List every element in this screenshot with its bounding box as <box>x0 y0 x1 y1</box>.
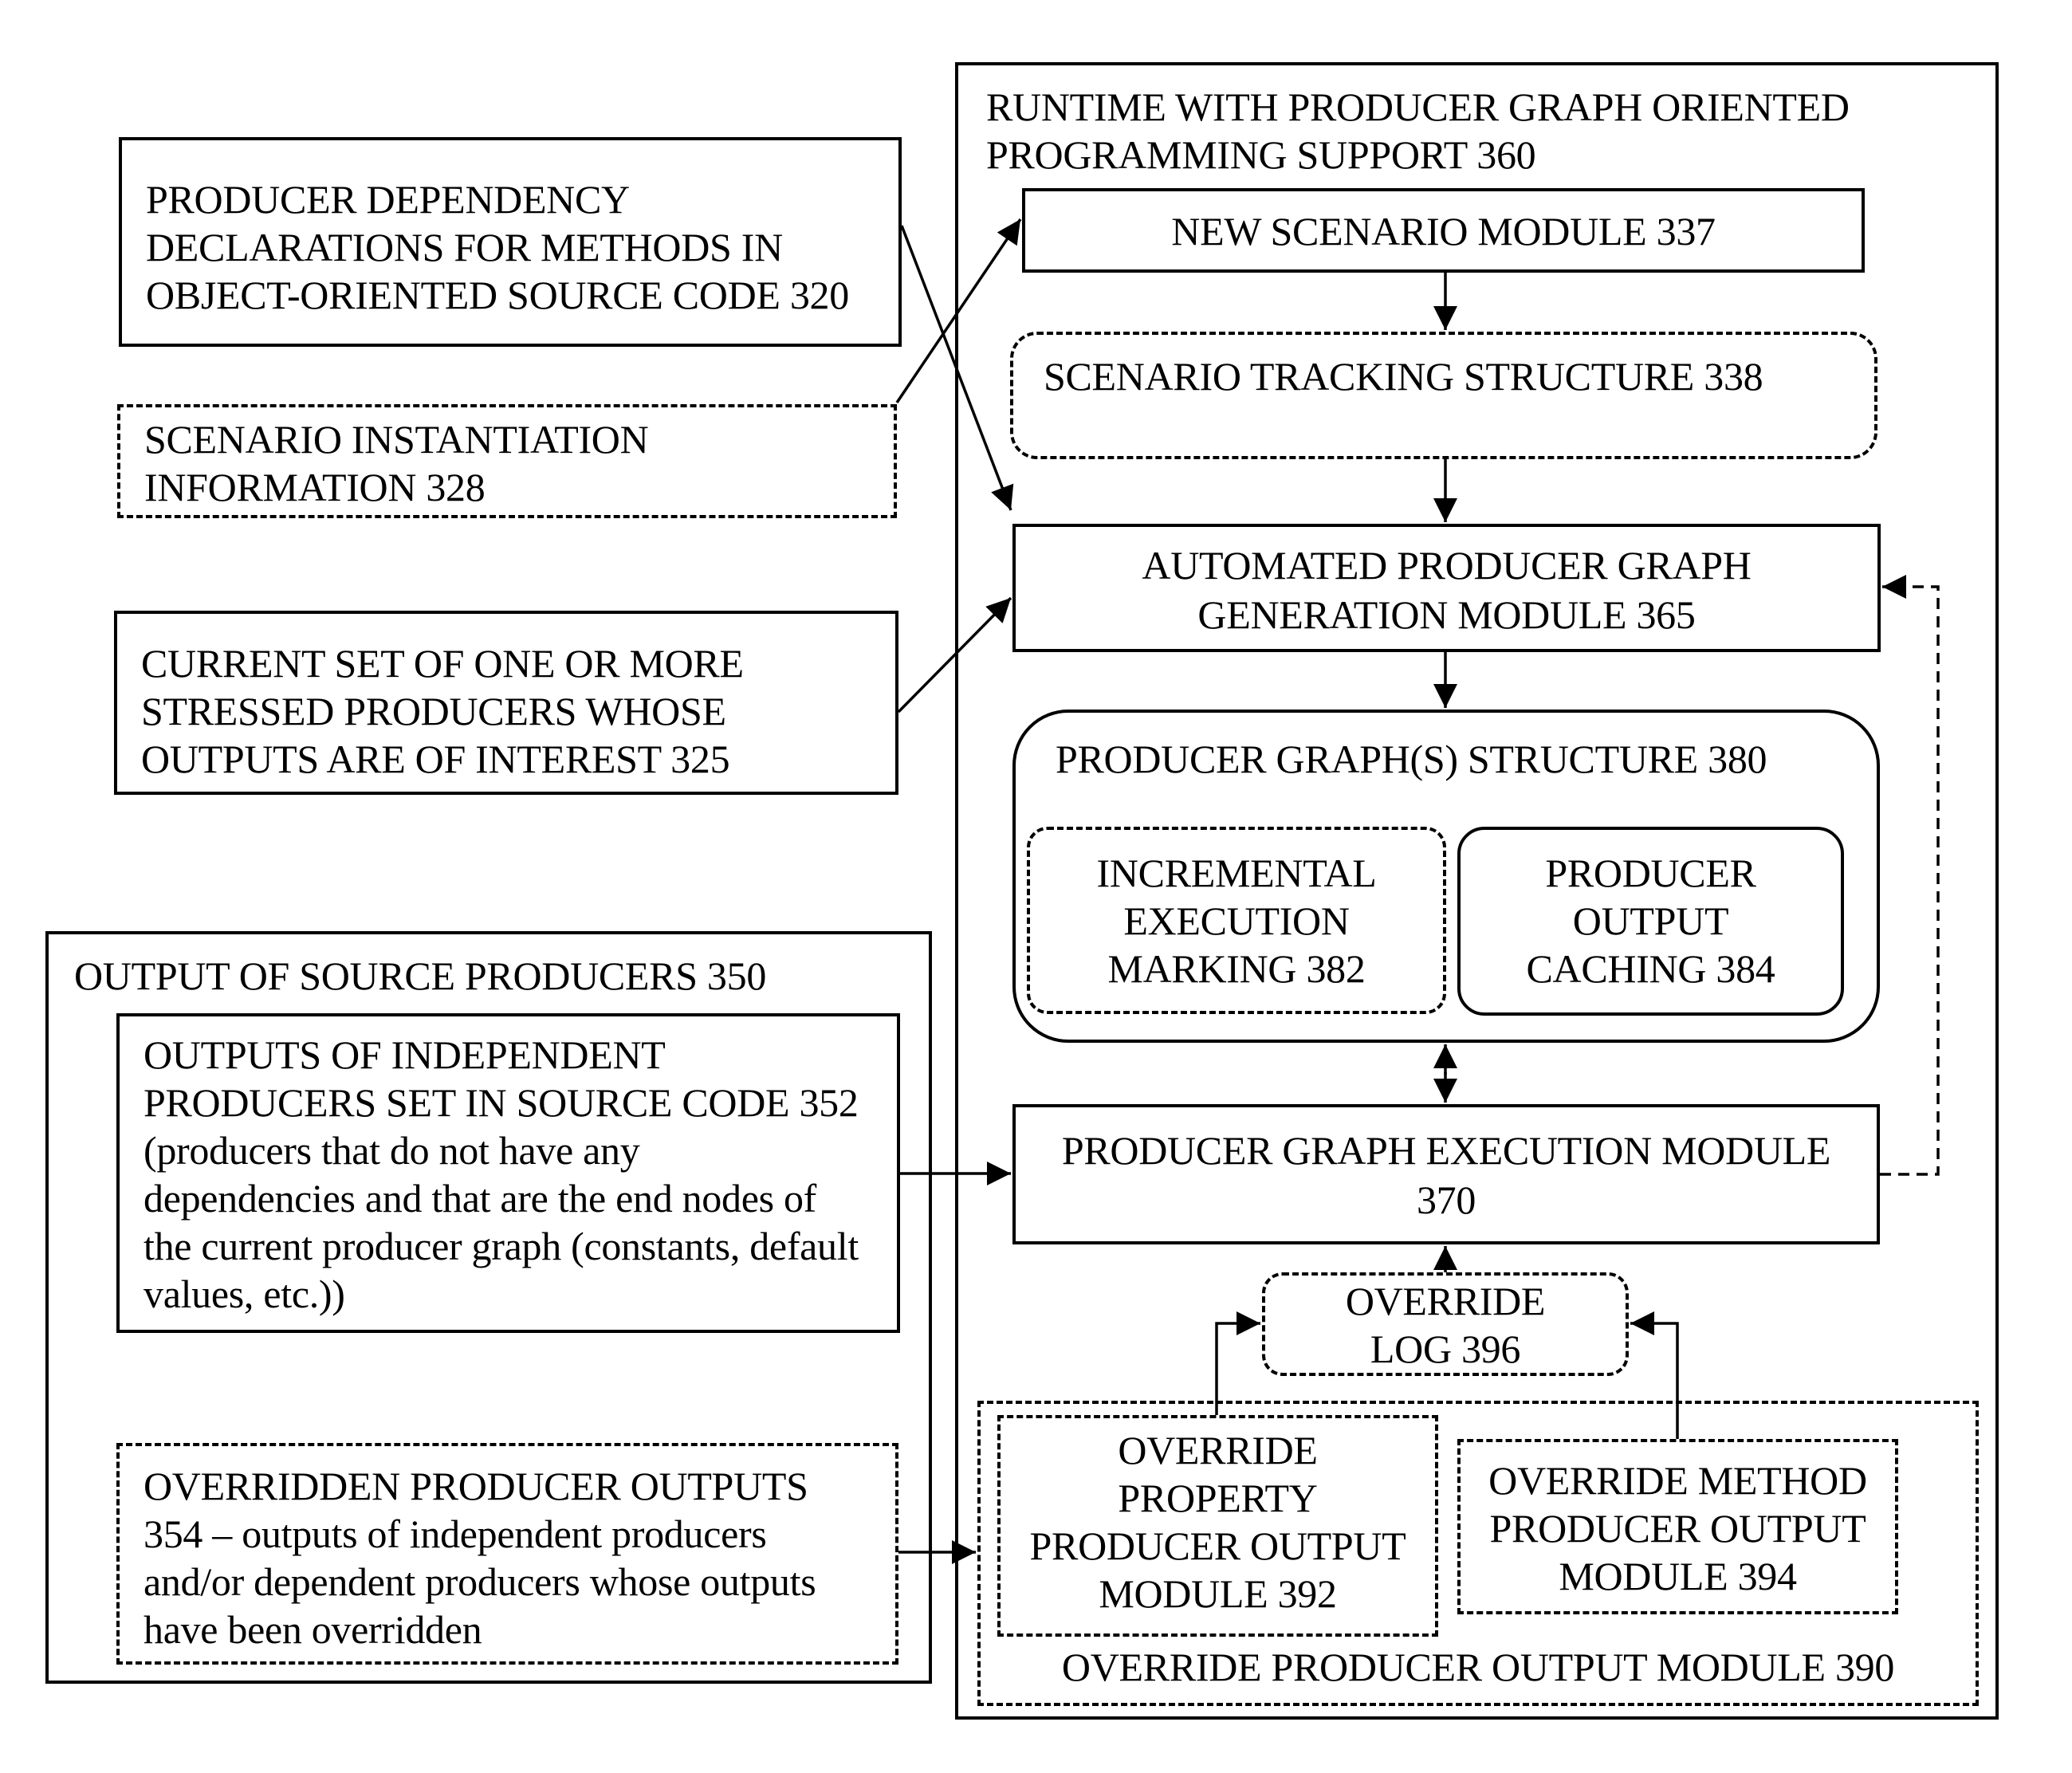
caching-line2: OUTPUT <box>1572 898 1729 943</box>
incremental-line1: INCREMENTAL <box>1096 851 1377 895</box>
override-log: OVERRIDE LOG 396 <box>1262 1272 1629 1376</box>
override-property-line3: PRODUCER OUTPUT <box>1029 1523 1406 1568</box>
scenario-tracking-structure-label: SCENARIO TRACKING STRUCTURE 338 <box>1044 354 1763 399</box>
overridden-outputs-line2: 354 – outputs of independent producers <box>144 1512 767 1556</box>
scenario-tracking-structure: SCENARIO TRACKING STRUCTURE 338 <box>1010 332 1877 459</box>
stressed-producers-line3: OUTPUTS ARE OF INTEREST 325 <box>141 737 730 781</box>
override-property-line1: OVERRIDE <box>1118 1428 1318 1472</box>
override-property-line2: PROPERTY <box>1118 1476 1318 1520</box>
override-log-line2: LOG 396 <box>1370 1327 1521 1371</box>
new-scenario-module: NEW SCENARIO MODULE 337 <box>1022 188 1865 273</box>
override-output-module-title: OVERRIDE PRODUCER OUTPUT MODULE 390 <box>1061 1645 1895 1689</box>
graph-execution-module: PRODUCER GRAPH EXECUTION MODULE 370 <box>1012 1104 1880 1244</box>
override-method-line1: OVERRIDE METHOD <box>1488 1458 1867 1503</box>
stressed-producers-box: CURRENT SET OF ONE OR MORE STRESSED PROD… <box>114 611 898 795</box>
graph-generation-module: AUTOMATED PRODUCER GRAPH GENERATION MODU… <box>1012 524 1881 652</box>
new-scenario-module-label: NEW SCENARIO MODULE 337 <box>1171 209 1716 254</box>
override-method-line3: MODULE 394 <box>1559 1554 1797 1598</box>
override-method-line2: PRODUCER OUTPUT <box>1489 1506 1866 1551</box>
producer-output-caching: PRODUCER OUTPUT CACHING 384 <box>1457 827 1844 1016</box>
override-method-module: OVERRIDE METHOD PRODUCER OUTPUT MODULE 3… <box>1457 1439 1898 1614</box>
overridden-outputs-line1: OVERRIDDEN PRODUCER OUTPUTS <box>144 1464 808 1508</box>
scenario-instantiation-line1: SCENARIO INSTANTIATION <box>144 417 649 462</box>
incremental-line3: MARKING 382 <box>1107 946 1366 991</box>
caching-line1: PRODUCER <box>1545 851 1756 895</box>
overridden-outputs-line3: and/or dependent producers whose outputs <box>144 1559 816 1604</box>
overridden-outputs-box: OVERRIDDEN PRODUCER OUTPUTS 354 – output… <box>116 1443 898 1665</box>
scenario-instantiation-line2: INFORMATION 328 <box>144 465 486 509</box>
dependency-declarations-line3: OBJECT-ORIENTED SOURCE CODE 320 <box>146 273 849 317</box>
incremental-execution-marking: INCREMENTAL EXECUTION MARKING 382 <box>1027 827 1446 1014</box>
dependency-declarations-box: PRODUCER DEPENDENCY DECLARATIONS FOR MET… <box>119 137 902 347</box>
independent-producers-line3: (producers that do not have any <box>144 1128 640 1173</box>
incremental-line2: EXECUTION <box>1123 898 1350 943</box>
source-producers-title: OUTPUT OF SOURCE PRODUCERS 350 <box>74 953 767 998</box>
scenario-instantiation-box: SCENARIO INSTANTIATION INFORMATION 328 <box>117 404 897 518</box>
dependency-declarations-line2: DECLARATIONS FOR METHODS IN <box>146 225 783 269</box>
graph-execution-line2: 370 <box>1416 1177 1476 1222</box>
runtime-title-line2: PROGRAMMING SUPPORT 360 <box>986 132 1536 177</box>
stressed-producers-line2: STRESSED PRODUCERS WHOSE <box>141 689 726 733</box>
runtime-title-line1: RUNTIME WITH PRODUCER GRAPH ORIENTED <box>986 85 1850 129</box>
dependency-declarations-line1: PRODUCER DEPENDENCY <box>146 177 630 222</box>
graph-generation-line1: AUTOMATED PRODUCER GRAPH <box>1142 543 1752 588</box>
graph-execution-line1: PRODUCER GRAPH EXECUTION MODULE <box>1061 1128 1831 1173</box>
independent-producers-line1: OUTPUTS OF INDEPENDENT <box>144 1032 666 1077</box>
graph-structure-title: PRODUCER GRAPH(S) STRUCTURE 380 <box>1056 737 1767 781</box>
override-property-module: OVERRIDE PROPERTY PRODUCER OUTPUT MODULE… <box>997 1415 1438 1637</box>
independent-producers-line4: dependencies and that are the end nodes … <box>144 1176 816 1221</box>
stressed-producers-line1: CURRENT SET OF ONE OR MORE <box>141 641 744 686</box>
override-property-line4: MODULE 392 <box>1099 1571 1337 1616</box>
override-log-line1: OVERRIDE <box>1345 1279 1546 1323</box>
independent-producers-line6: values, etc.)) <box>144 1272 345 1316</box>
independent-producers-line5: the current producer graph (constants, d… <box>144 1224 859 1268</box>
graph-generation-line2: GENERATION MODULE 365 <box>1197 592 1696 637</box>
overridden-outputs-line4: have been overridden <box>144 1607 482 1652</box>
independent-producers-box: OUTPUTS OF INDEPENDENT PRODUCERS SET IN … <box>116 1013 900 1333</box>
independent-producers-line2: PRODUCERS SET IN SOURCE CODE 352 <box>144 1080 859 1125</box>
caching-line3: CACHING 384 <box>1526 946 1775 991</box>
